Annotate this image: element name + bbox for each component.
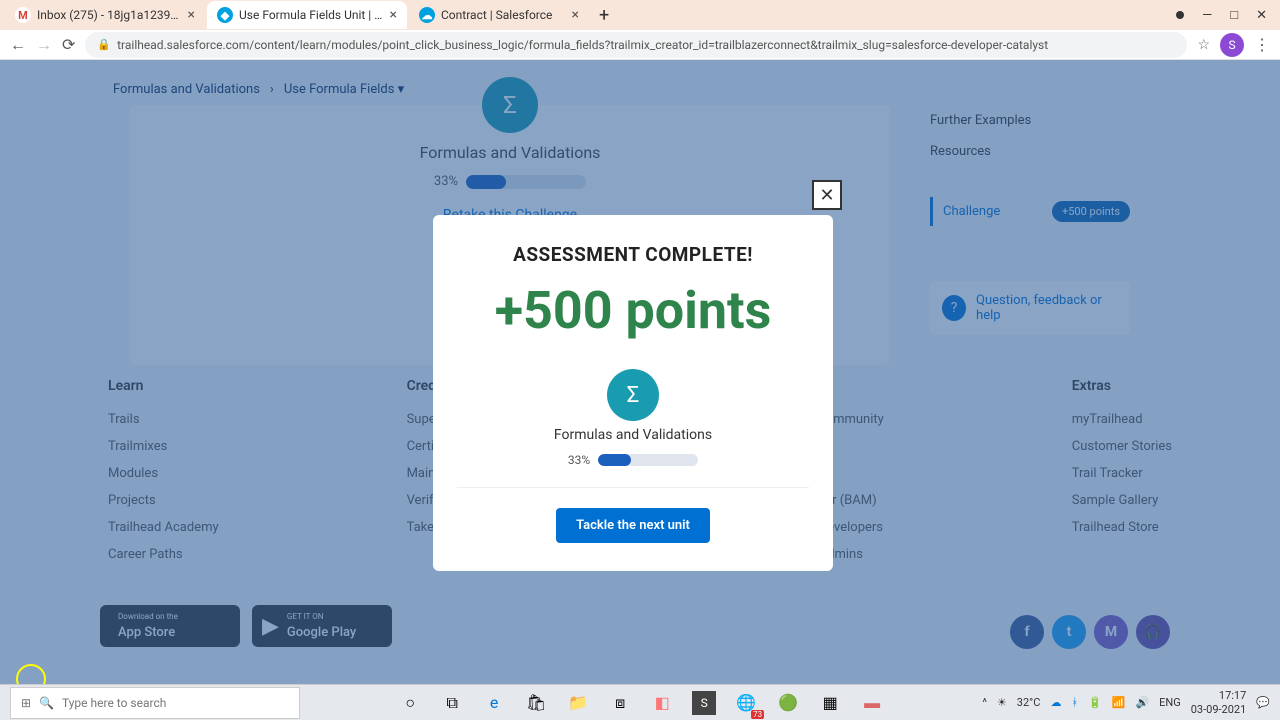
language-indicator[interactable]: ENG [1159,696,1181,709]
close-icon[interactable]: × [188,7,195,23]
modal-title: ASSESSMENT COMPLETE! [457,243,809,266]
chevron-up-icon[interactable]: ^ [982,696,987,709]
sublime-icon[interactable]: S [692,691,716,715]
modal-wrapper: ✕ ASSESSMENT COMPLETE! +500 points Σ For… [0,60,1280,690]
lock-icon: 🔒 [97,38,111,51]
wifi-icon[interactable]: 📶 [1112,696,1126,709]
close-icon[interactable]: × [572,7,579,23]
system-tray: ^ ☀ 32°C ☁ ᚼ 🔋 📶 🔊 ENG 17:17 03-09-2021 … [982,689,1270,715]
close-icon[interactable]: × [390,7,397,23]
back-button[interactable]: ← [10,35,26,55]
chrome-icon[interactable]: 🌐73 [734,691,758,715]
bookmark-icon[interactable]: ☆ [1197,37,1210,53]
window-controls: — □ ✕ [1176,7,1275,23]
minimize-button[interactable]: — [1202,8,1212,23]
modal-progress-row: 33% [457,453,809,467]
store-icon[interactable]: 🛍 [524,691,548,715]
bluetooth-icon[interactable]: ᚼ [1071,696,1078,709]
dropbox-icon[interactable]: ⧈ [608,691,632,715]
weather-icon[interactable]: ☀ [997,696,1007,709]
account-icon[interactable] [1176,11,1184,19]
gmail-icon: M [15,7,31,23]
maximize-button[interactable]: □ [1230,7,1238,23]
modal-progress-bar [598,454,698,466]
cortana-icon[interactable]: ○ [398,691,422,715]
browser-tab-trailhead[interactable]: ◆ Use Formula Fields Unit | Salesfo × [207,1,407,29]
divider [457,487,809,488]
forward-button[interactable]: → [36,35,52,55]
modal-progress-percent: 33% [568,453,590,467]
taskbar-search[interactable]: ⊞ 🔍 Type here to search [10,687,300,719]
module-badge-icon: Σ [607,369,659,421]
modal-close-button[interactable]: ✕ [812,180,842,210]
new-tab-button[interactable]: + [591,5,617,26]
salesforce-icon: ☁ [419,7,435,23]
tab-label: Inbox (275) - 18jg1a1239.sahithi [37,8,182,22]
battery-icon[interactable]: 🔋 [1088,696,1102,709]
notifications-icon[interactable]: 💬 [1256,696,1270,709]
chrome-icon-2[interactable]: 🟢 [776,691,800,715]
taskbar-apps: ○ ⧉ e 🛍 📁 ⧈ ◧ S 🌐73 🟢 ▦ ▬ [398,691,884,715]
page-content: Formulas and Validations › Use Formula F… [0,60,1280,690]
task-view-icon[interactable]: ⧉ [440,691,464,715]
app-grid-icon[interactable]: ▦ [818,691,842,715]
browser-tab-gmail[interactable]: M Inbox (275) - 18jg1a1239.sahithi × [5,1,205,29]
points-earned: +500 points [457,280,809,341]
windows-taskbar: ⊞ 🔍 Type here to search ○ ⧉ e 🛍 📁 ⧈ ◧ S … [0,684,1280,720]
tab-strip: M Inbox (275) - 18jg1a1239.sahithi × ◆ U… [5,0,617,30]
edge-icon[interactable]: e [482,691,506,715]
temperature: 32°C [1017,696,1041,709]
url-input[interactable]: 🔒 trailhead.salesforce.com/content/learn… [85,32,1187,58]
explorer-icon[interactable]: 📁 [566,691,590,715]
kebab-menu-icon[interactable]: ⋮ [1254,35,1270,54]
app-icon[interactable]: ▬ [860,691,884,715]
reload-button[interactable]: ⟳ [62,35,75,54]
tab-label: Use Formula Fields Unit | Salesfo [239,8,384,22]
search-icon: 🔍 [39,696,54,710]
browser-title-bar: M Inbox (275) - 18jg1a1239.sahithi × ◆ U… [0,0,1280,30]
trailhead-icon: ◆ [217,7,233,23]
onedrive-icon[interactable]: ☁ [1050,696,1061,709]
profile-avatar[interactable]: S [1220,33,1244,57]
close-window-button[interactable]: ✕ [1256,8,1267,23]
volume-icon[interactable]: 🔊 [1135,696,1149,709]
assessment-complete-modal: ASSESSMENT COMPLETE! +500 points Σ Formu… [433,215,833,571]
address-bar: ← → ⟳ 🔒 trailhead.salesforce.com/content… [0,30,1280,60]
modal-module-name: Formulas and Validations [457,427,809,443]
app-icon[interactable]: ◧ [650,691,674,715]
search-placeholder: Type here to search [62,696,166,710]
tackle-next-unit-button[interactable]: Tackle the next unit [556,508,710,543]
clock[interactable]: 17:17 03-09-2021 [1191,689,1247,715]
url-text: trailhead.salesforce.com/content/learn/m… [117,38,1048,52]
browser-tab-contract[interactable]: ☁ Contract | Salesforce × [409,1,589,29]
windows-icon[interactable]: ⊞ [21,696,31,710]
tab-label: Contract | Salesforce [441,8,566,22]
